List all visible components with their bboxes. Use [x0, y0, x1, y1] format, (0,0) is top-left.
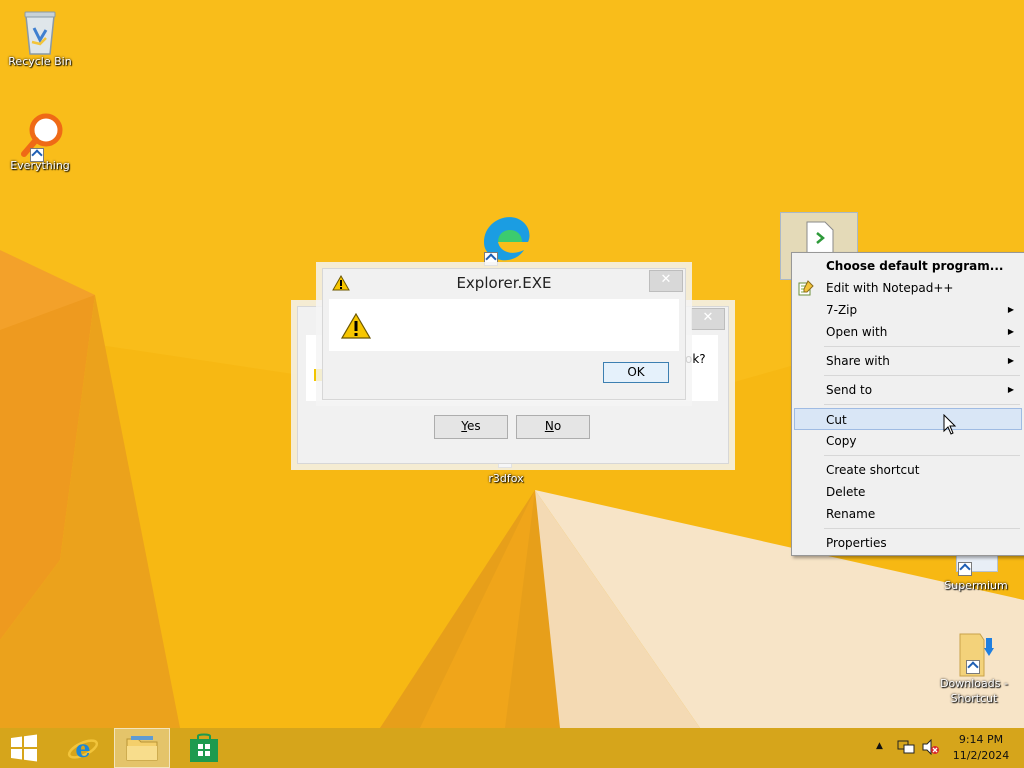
- submenu-arrow-icon: ▶: [1007, 305, 1014, 314]
- downloads-folder-icon: [950, 628, 998, 677]
- taskbar-store[interactable]: [176, 728, 230, 768]
- desktop-icon-label: Supermium: [944, 579, 1008, 592]
- no-label: o: [553, 419, 562, 433]
- explorer-error-dialog[interactable]: Explorer.EXE ✕ OK: [322, 268, 686, 400]
- desktop-icon-recycle-bin[interactable]: Recycle Bin: [0, 6, 80, 69]
- start-button[interactable]: [0, 728, 54, 768]
- dialog-title: Explorer.EXE: [456, 274, 552, 292]
- menu-item-rename[interactable]: Rename: [794, 503, 1022, 525]
- menu-item-label: Edit with Notepad++: [826, 281, 954, 295]
- menu-separator: [824, 455, 1020, 456]
- desktop-icon-label: r3dfox: [488, 472, 524, 485]
- desktop-icon-edge[interactable]: [478, 212, 538, 266]
- menu-item-label: Copy: [826, 434, 857, 448]
- desktop-icon-everything[interactable]: Everything: [0, 110, 80, 173]
- file-explorer-icon: [126, 736, 158, 761]
- taskbar: e ▲ 9:14 PM 11/2/2024: [0, 728, 1024, 768]
- store-icon: [190, 733, 218, 762]
- menu-item-properties[interactable]: Properties: [794, 532, 1022, 554]
- submenu-arrow-icon: ▶: [1007, 356, 1014, 365]
- dialog-message-text: ok?: [685, 352, 706, 366]
- menu-item-cut[interactable]: Cut: [794, 408, 1022, 430]
- desktop-icon-downloads-shortcut[interactable]: Downloads - Shortcut: [934, 628, 1014, 706]
- shortcut-arrow-icon: [958, 562, 972, 576]
- desktop-icon-label: Downloads - Shortcut: [940, 677, 1008, 705]
- menu-item-label: Delete: [826, 485, 866, 499]
- everything-search-icon: [16, 110, 64, 162]
- menu-item-delete[interactable]: Delete: [794, 481, 1022, 503]
- menu-item-open-with[interactable]: Open with ▶: [794, 321, 1022, 343]
- taskbar-file-explorer[interactable]: [114, 728, 170, 768]
- menu-item-copy[interactable]: Copy: [794, 430, 1022, 452]
- internet-explorer-icon: e: [67, 734, 99, 763]
- submenu-arrow-icon: ▶: [1007, 327, 1014, 336]
- menu-item-create-shortcut[interactable]: Create shortcut: [794, 459, 1022, 481]
- dialog-content-area: [329, 299, 679, 351]
- volume-muted-icon[interactable]: [922, 738, 940, 758]
- close-icon: ✕: [660, 272, 672, 287]
- mouse-cursor-icon: [943, 413, 957, 439]
- menu-separator: [824, 375, 1020, 376]
- menu-item-label: Properties: [826, 536, 887, 550]
- menu-item-edit-with-notepadpp[interactable]: Edit with Notepad++: [794, 277, 1022, 299]
- shortcut-arrow-icon: [484, 252, 498, 266]
- desktop[interactable]: Recycle Bin Everything r3dfox Supermium …: [0, 0, 1024, 728]
- show-hidden-icons-button[interactable]: ▲: [876, 741, 883, 751]
- menu-item-choose-default-program[interactable]: Choose default program...: [794, 255, 1022, 277]
- taskbar-internet-explorer[interactable]: e: [56, 728, 110, 768]
- clock[interactable]: 9:14 PM 11/2/2024: [944, 732, 1018, 764]
- close-icon: ✕: [702, 310, 714, 325]
- menu-item-label: Open with: [826, 325, 888, 339]
- clock-date: 11/2/2024: [952, 749, 1010, 762]
- menu-separator: [824, 528, 1020, 529]
- svg-text:e: e: [75, 734, 90, 763]
- no-button[interactable]: No: [516, 415, 590, 439]
- yes-button[interactable]: Yes: [434, 415, 508, 439]
- menu-item-label: Cut: [826, 413, 847, 427]
- context-menu[interactable]: Choose default program... Edit with Note…: [791, 252, 1024, 556]
- network-icon[interactable]: [897, 739, 915, 758]
- shortcut-arrow-icon: [30, 148, 44, 162]
- menu-separator: [824, 404, 1020, 405]
- ok-button[interactable]: OK: [603, 362, 669, 383]
- menu-separator: [824, 346, 1020, 347]
- menu-item-label: Share with: [826, 354, 890, 368]
- windows-logo-icon: [11, 734, 37, 762]
- menu-item-label: Rename: [826, 507, 876, 521]
- file-icon: [806, 221, 834, 255]
- recycle-bin-icon: [16, 6, 64, 55]
- menu-item-label: Choose default program...: [826, 259, 1004, 273]
- no-accelerator: N: [544, 419, 554, 433]
- yes-label: es: [467, 419, 481, 433]
- close-button[interactable]: ✕: [649, 270, 683, 292]
- dialog-warning-small-icon: [332, 274, 350, 294]
- submenu-arrow-icon: ▶: [1007, 385, 1014, 394]
- warning-icon: [340, 312, 372, 342]
- clock-time: 9:14 PM: [958, 733, 1004, 746]
- menu-item-label: 7-Zip: [826, 303, 858, 317]
- menu-item-label: Send to: [826, 383, 873, 397]
- menu-item-7zip[interactable]: 7-Zip ▶: [794, 299, 1022, 321]
- menu-item-share-with[interactable]: Share with ▶: [794, 350, 1022, 372]
- close-button[interactable]: ✕: [691, 308, 725, 330]
- menu-item-label: Create shortcut: [826, 463, 920, 477]
- shortcut-arrow-icon: [966, 660, 980, 674]
- warning-icon: [314, 369, 322, 381]
- menu-item-send-to[interactable]: Send to ▶: [794, 379, 1022, 401]
